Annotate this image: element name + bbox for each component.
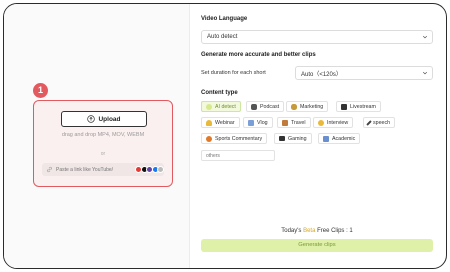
others-input[interactable]: [201, 150, 275, 161]
duration-select[interactable]: Auto（<120s）: [295, 66, 433, 80]
video-language-select[interactable]: Auto detect: [201, 30, 433, 44]
duration-label: Set duration for each short: [201, 70, 266, 76]
chip-label: Livestream: [350, 103, 376, 110]
chip-label: Vlog: [257, 119, 268, 126]
more-icon: [157, 166, 164, 173]
video-language-value: Auto detect: [207, 34, 238, 40]
settings-panel: Video Language Auto detect Generate more…: [197, 4, 437, 268]
upload-icon: [87, 115, 96, 123]
free-clips-prefix: Today's: [281, 228, 304, 234]
chip-ai-detect[interactable]: AI detect: [201, 101, 241, 112]
chip-vlog[interactable]: Vlog: [243, 117, 273, 128]
camera-icon: [248, 119, 254, 126]
chip-label: Podcast: [260, 103, 280, 110]
video-language-label: Video Language: [201, 16, 248, 22]
chip-livestream[interactable]: Livestream: [336, 101, 381, 112]
step-marker: 1: [33, 83, 48, 98]
free-clips-suffix: Free Clips : 1: [315, 228, 353, 234]
pen-icon: [366, 119, 372, 126]
money-bag-icon: [291, 103, 297, 110]
chevron-down-icon: [422, 71, 428, 75]
chip-label: Academic: [332, 135, 356, 142]
chip-gaming[interactable]: Gaming: [274, 133, 312, 144]
link-field[interactable]: [42, 163, 164, 176]
microphone-icon: [251, 103, 257, 110]
duration-value: Auto（<120s）: [301, 71, 342, 78]
sparkle-icon: [206, 103, 212, 110]
luggage-icon: [282, 119, 288, 126]
chip-label: Gaming: [288, 135, 307, 142]
link-icon: [47, 166, 52, 173]
flag-icon: [279, 136, 285, 141]
chip-marketing[interactable]: Marketing: [286, 101, 329, 112]
free-clips-counter: Today's Beta Free Clips : 1: [197, 228, 437, 234]
chip-travel[interactable]: Travel: [277, 117, 311, 128]
beta-badge: Beta: [303, 228, 316, 234]
drag-drop-hint: drag and drop MP4, MOV, WEBM: [61, 132, 145, 138]
chip-label: Webinar: [215, 119, 235, 126]
bell-icon: [206, 119, 212, 126]
chevron-down-icon: [422, 35, 428, 39]
chip-label: AI detect: [215, 103, 236, 110]
panel-divider: [189, 4, 190, 268]
chip-label: Travel: [291, 119, 306, 126]
chip-label: speech: [373, 119, 391, 126]
chip-webinar[interactable]: Webinar: [201, 117, 240, 128]
chip-interview[interactable]: Interview: [313, 117, 354, 128]
upload-dropzone[interactable]: Upload drag and drop MP4, MOV, WEBM or: [33, 100, 173, 187]
source-icons: [135, 166, 164, 173]
content-type-label: Content type: [201, 90, 238, 96]
tv-icon: [341, 103, 347, 110]
app-window: 1 Upload drag and drop MP4, MOV, WEBM or: [3, 3, 447, 269]
or-separator: or: [100, 151, 106, 157]
chip-speech[interactable]: speech: [363, 117, 396, 128]
book-icon: [323, 135, 329, 142]
upload-panel: 1 Upload drag and drop MP4, MOV, WEBM or: [4, 4, 189, 268]
chip-label: Sports Commentary: [215, 135, 263, 142]
chip-sports-commentary[interactable]: Sports Commentary: [201, 133, 268, 144]
upload-button-label: Upload: [98, 115, 121, 123]
chip-label: Marketing: [300, 103, 324, 110]
upload-button[interactable]: Upload: [61, 111, 147, 127]
basketball-icon: [206, 135, 212, 142]
chip-academic[interactable]: Academic: [318, 133, 361, 144]
chip-label: Interview: [327, 119, 349, 126]
chip-podcast[interactable]: Podcast: [246, 101, 285, 112]
generate-clips-button[interactable]: Generate clips: [201, 239, 433, 252]
person-icon: [318, 119, 324, 126]
link-input[interactable]: [56, 166, 133, 173]
clips-heading: Generate more accurate and better clips: [201, 52, 316, 58]
